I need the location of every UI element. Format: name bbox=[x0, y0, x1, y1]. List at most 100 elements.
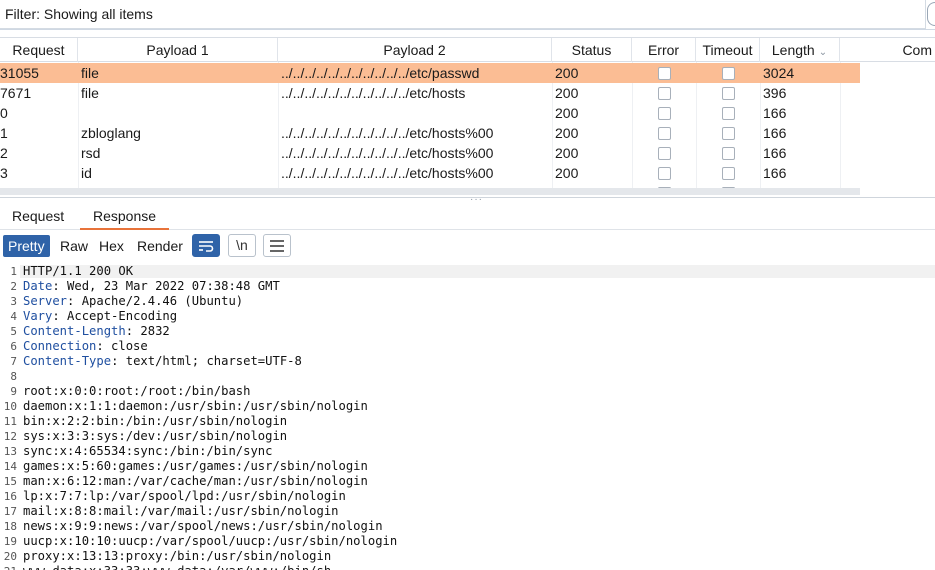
cell-payload1: file bbox=[81, 65, 99, 81]
line-number: 18 bbox=[3, 520, 17, 533]
code-line: 3 Server: Apache/2.4.46 (Ubuntu) bbox=[0, 294, 935, 309]
column-header-comment[interactable]: Com bbox=[840, 38, 935, 62]
line-content: uucp:x:10:10:uucp:/var/spool/uucp:/usr/s… bbox=[23, 534, 397, 549]
column-header-request[interactable]: Request bbox=[0, 38, 78, 62]
table-row[interactable]: 0 200 166 bbox=[0, 103, 860, 123]
timeout-checkbox bbox=[722, 147, 735, 160]
line-text: : 2832 bbox=[125, 324, 170, 338]
cell-payload2: ../../../../../../../../../../../etc/hos… bbox=[281, 145, 494, 161]
cell-request: 1 bbox=[0, 125, 8, 141]
timeout-checkbox bbox=[722, 107, 735, 120]
line-number: 5 bbox=[10, 325, 17, 338]
line-number: 11 bbox=[3, 415, 17, 428]
menu-icon[interactable] bbox=[263, 234, 291, 257]
table-row[interactable]: 3 id ../../../../../../../../../../../etc/… bbox=[0, 163, 860, 183]
code-line: 11 bin:x:2:2:bin:/bin:/usr/sbin/nologin bbox=[0, 414, 935, 429]
header-name: Connection bbox=[23, 339, 97, 353]
line-text: www-data:x:33:33:www-data:/var/www:/bin/… bbox=[23, 564, 331, 570]
pretty-button[interactable]: Pretty bbox=[3, 235, 50, 257]
cell-payload2: ../../../../../../../../../../../etc/hos… bbox=[281, 165, 494, 181]
render-button[interactable]: Render bbox=[132, 235, 188, 257]
timeout-checkbox bbox=[722, 87, 735, 100]
cell-request: 7671 bbox=[0, 85, 32, 101]
line-text: HTTP/1.1 200 OK bbox=[23, 264, 134, 278]
filter-bar[interactable]: Filter: Showing all items bbox=[0, 0, 935, 30]
table-row[interactable]: 1 zbloglang ../../../../../../../../../../… bbox=[0, 123, 860, 143]
table-row[interactable]: 2 rsd ../../../../../../../../../../../etc… bbox=[0, 143, 860, 163]
filter-input[interactable]: Filter: Showing all items bbox=[0, 0, 926, 29]
line-number: 13 bbox=[3, 445, 17, 458]
line-content: Vary: Accept-Encoding bbox=[23, 309, 177, 324]
code-line: 4 Vary: Accept-Encoding bbox=[0, 309, 935, 324]
code-line: 1 HTTP/1.1 200 OK bbox=[0, 264, 935, 279]
pane-splitter[interactable] bbox=[0, 197, 935, 200]
line-text: proxy:x:13:13:proxy:/bin:/usr/sbin/nolog… bbox=[23, 549, 332, 563]
line-number: 14 bbox=[3, 460, 17, 473]
error-checkbox bbox=[658, 147, 671, 160]
line-text: man:x:6:12:man:/var/cache/man:/usr/sbin/… bbox=[23, 474, 368, 488]
line-number: 3 bbox=[10, 295, 17, 308]
line-text: : Accept-Encoding bbox=[52, 309, 178, 323]
line-text: daemon:x:1:1:daemon:/usr/sbin:/usr/sbin/… bbox=[23, 399, 368, 413]
tab-response[interactable]: Response bbox=[80, 207, 170, 230]
header-name: Vary bbox=[23, 309, 53, 323]
show-newlines-button[interactable]: \n bbox=[228, 234, 256, 257]
response-editor[interactable]: 1 HTTP/1.1 200 OK 2 Date: Wed, 23 Mar 2022 … bbox=[0, 264, 935, 570]
table-row[interactable]: 7671 file ../../../../../../../../../../..… bbox=[0, 83, 860, 103]
line-text: uucp:x:10:10:uucp:/var/spool/uucp:/usr/s… bbox=[23, 534, 398, 548]
table-row[interactable]: 31055 file ../../../../../../../../../../.… bbox=[0, 63, 860, 83]
code-line: 13 sync:x:4:65534:sync:/bin:/bin/sync bbox=[0, 444, 935, 459]
cell-payload1: file bbox=[81, 85, 99, 101]
timeout-checkbox bbox=[722, 127, 735, 140]
wrap-lines-icon[interactable] bbox=[192, 234, 220, 257]
code-line: 2 Date: Wed, 23 Mar 2022 07:38:48 GMT bbox=[0, 279, 935, 294]
cell-status: 200 bbox=[555, 65, 579, 81]
line-number: 2 bbox=[10, 280, 17, 293]
code-line: 14 games:x:5:60:games:/usr/games:/usr/sbi… bbox=[0, 459, 935, 474]
column-header-error[interactable]: Error bbox=[632, 38, 696, 62]
header-name: Content-Length bbox=[23, 324, 126, 338]
view-toolbar: Pretty Raw Hex Render \n bbox=[0, 234, 935, 258]
line-number: 12 bbox=[3, 430, 17, 443]
header-name: Date bbox=[23, 279, 53, 293]
horizontal-scrollbar[interactable] bbox=[0, 188, 860, 195]
line-number: 8 bbox=[10, 370, 17, 383]
line-content: man:x:6:12:man:/var/cache/man:/usr/sbin/… bbox=[23, 474, 368, 489]
column-header-payload2[interactable]: Payload 2 bbox=[278, 38, 552, 62]
results-table: Request Payload 1 Payload 2 Status Error… bbox=[0, 37, 935, 197]
code-line: 12 sys:x:3:3:sys:/dev:/usr/sbin/nologin bbox=[0, 429, 935, 444]
line-number: 6 bbox=[10, 340, 17, 353]
filter-options-button[interactable] bbox=[927, 2, 935, 26]
line-content: bin:x:2:2:bin:/bin:/usr/sbin/nologin bbox=[23, 414, 287, 429]
current-line-highlight bbox=[20, 265, 935, 278]
line-text: : Apache/2.4.46 (Ubuntu) bbox=[67, 294, 244, 308]
cell-length: 396 bbox=[763, 85, 787, 101]
cell-length: 166 bbox=[763, 125, 787, 141]
column-header-payload1[interactable]: Payload 1 bbox=[78, 38, 278, 62]
hex-button[interactable]: Hex bbox=[94, 235, 129, 257]
code-line: 17 mail:x:8:8:mail:/var/mail:/usr/sbin/no… bbox=[0, 504, 935, 519]
line-text: bin:x:2:2:bin:/bin:/usr/sbin/nologin bbox=[23, 414, 288, 428]
line-content: lp:x:7:7:lp:/var/spool/lpd:/usr/sbin/nol… bbox=[23, 489, 346, 504]
code-line: 21 www-data:x:33:33:www-data:/var/www:/bi… bbox=[0, 564, 935, 570]
cell-payload2: ../../../../../../../../../../../etc/hos… bbox=[281, 85, 466, 101]
raw-button[interactable]: Raw bbox=[55, 235, 93, 257]
cell-status: 200 bbox=[555, 105, 579, 121]
code-line: 15 man:x:6:12:man:/var/cache/man:/usr/sbi… bbox=[0, 474, 935, 489]
line-number: 9 bbox=[10, 385, 17, 398]
line-content: Server: Apache/2.4.46 (Ubuntu) bbox=[23, 294, 243, 309]
column-header-timeout[interactable]: Timeout bbox=[696, 38, 760, 62]
column-header-status[interactable]: Status bbox=[552, 38, 632, 62]
line-content: Connection: close bbox=[23, 339, 148, 354]
line-text: mail:x:8:8:mail:/var/mail:/usr/sbin/nolo… bbox=[23, 504, 339, 518]
line-text: news:x:9:9:news:/var/spool/news:/usr/sbi… bbox=[23, 519, 383, 533]
code-line: 18 news:x:9:9:news:/var/spool/news:/usr/s… bbox=[0, 519, 935, 534]
cell-status: 200 bbox=[555, 165, 579, 181]
line-content: games:x:5:60:games:/usr/games:/usr/sbin/… bbox=[23, 459, 368, 474]
tab-request[interactable]: Request bbox=[12, 207, 64, 230]
timeout-checkbox bbox=[722, 167, 735, 180]
line-content: proxy:x:13:13:proxy:/bin:/usr/sbin/nolog… bbox=[23, 549, 331, 564]
cell-length: 166 bbox=[763, 165, 787, 181]
column-header-length[interactable]: Length ⌄ bbox=[760, 38, 840, 62]
code-line: 5 Content-Length: 2832 bbox=[0, 324, 935, 339]
